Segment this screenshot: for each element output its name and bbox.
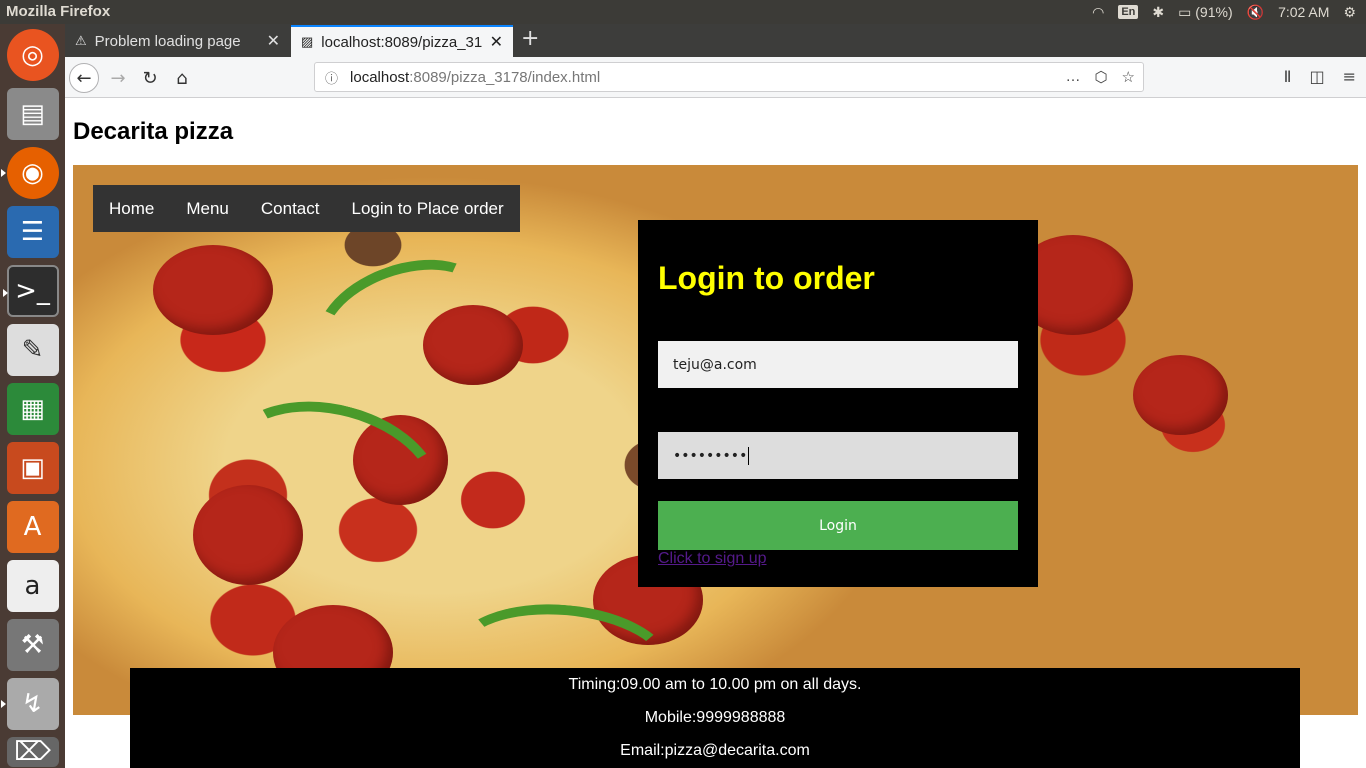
tab-label: localhost:8089/pizza_31 (321, 33, 483, 51)
signup-link[interactable]: Click to sign up (658, 550, 767, 568)
back-arrow-icon[interactable]: ← (69, 63, 99, 93)
password-value: ••••••••• (673, 447, 748, 464)
wifi-icon[interactable]: ◠ (1092, 4, 1104, 21)
pizza-hero-image: Home Menu Contact Login to Place order L… (73, 165, 1358, 715)
email-field[interactable]: teju@a.com (658, 341, 1018, 388)
battery-icon: ▭ (1178, 3, 1192, 20)
login-panel: Login to order teju@a.com ••••••••• Logi… (638, 220, 1038, 587)
ubuntu-dash-icon[interactable]: ◎ (6, 29, 59, 81)
tab-problem-loading[interactable]: ⚠ Problem loading page ✕ (65, 25, 290, 57)
url-bar[interactable]: ⓘ localhost:8089/pizza_3178/index.html …… (314, 62, 1144, 92)
site-footer: Timing:09.00 am to 10.00 pm on all days.… (130, 668, 1300, 768)
battery-indicator[interactable]: ▭ (91%) (1178, 4, 1232, 21)
browser-nav-bar: ← → ↻ ⌂ ⓘ localhost:8089/pizza_3178/inde… (65, 57, 1366, 98)
close-tab-icon[interactable]: ✕ (267, 31, 280, 51)
page-actions-icon[interactable]: … (1065, 68, 1080, 86)
clock[interactable]: 7:02 AM (1278, 4, 1329, 20)
keyboard-layout-indicator[interactable]: En (1118, 5, 1139, 19)
usb-drive-icon[interactable]: ↯ (0, 678, 59, 730)
info-icon[interactable]: ⓘ (325, 68, 338, 87)
pepperoni-decor (153, 245, 273, 335)
footer-mobile: Mobile:9999988888 (644, 709, 786, 726)
system-top-bar: Mozilla Firefox ◠ En ✱ ▭ (91%) 🔇 7:02 AM… (0, 0, 1366, 24)
login-heading: Login to order (658, 260, 875, 296)
hamburger-menu-icon[interactable]: ≡ (1343, 67, 1356, 86)
tab-label: Problem loading page (94, 32, 241, 50)
footer-timing: Timing:09.00 am to 10.00 pm on all days. (568, 676, 862, 693)
text-editor-icon[interactable]: ✎ (6, 324, 59, 376)
close-tab-icon[interactable]: ✕ (490, 32, 503, 52)
password-field[interactable]: ••••••••• (658, 432, 1018, 479)
settings-gear-icon[interactable]: ⚙ (1343, 4, 1356, 21)
library-icon[interactable]: Ⅱ (1284, 67, 1292, 86)
firefox-icon[interactable]: ◉ (0, 147, 59, 199)
terminal-icon[interactable]: >_ (2, 265, 59, 317)
pepperoni-decor (1133, 355, 1228, 435)
site-nav-menu: Home Menu Contact Login to Place order (93, 185, 520, 232)
pocket-icon[interactable]: ⬡ (1094, 68, 1107, 86)
nav-login-to-place-order[interactable]: Login to Place order (335, 199, 519, 219)
files-icon[interactable]: ▤ (6, 88, 59, 140)
text-cursor (748, 446, 750, 465)
login-button[interactable]: Login (658, 501, 1018, 550)
nav-menu[interactable]: Menu (170, 199, 245, 219)
software-center-icon[interactable]: A (6, 501, 59, 553)
battery-percent: (91%) (1195, 3, 1233, 20)
email-value: teju@a.com (673, 356, 757, 373)
url-host: localhost (350, 68, 410, 86)
browser-tab-strip: ⚠ Problem loading page ✕ ▨ localhost:808… (65, 24, 1366, 57)
system-settings-icon[interactable]: ⚒ (6, 619, 59, 671)
page-icon: ▨ (301, 34, 314, 49)
calc-icon[interactable]: ▦ (6, 383, 59, 435)
bookmark-star-icon[interactable]: ☆ (1122, 68, 1135, 86)
window-title: Mozilla Firefox (6, 3, 111, 20)
site-title: Decarita pizza (73, 118, 234, 145)
page-content: Decarita pizza Home Menu Contact Login t… (65, 98, 1366, 768)
tab-localhost[interactable]: ▨ localhost:8089/pizza_31 ✕ (291, 25, 513, 57)
warning-icon: ⚠ (75, 33, 87, 48)
impress-icon[interactable]: ▣ (6, 442, 59, 494)
system-tray: ◠ En ✱ ▭ (91%) 🔇 7:02 AM ⚙ (1092, 0, 1356, 24)
forward-arrow-icon[interactable]: → (103, 63, 133, 93)
volume-muted-icon[interactable]: 🔇 (1247, 4, 1264, 21)
trash-icon[interactable]: ⌦ (6, 737, 59, 767)
new-tab-icon[interactable]: + (521, 26, 539, 51)
home-icon[interactable]: ⌂ (167, 63, 197, 93)
footer-email: Email:pizza@decarita.com (620, 742, 810, 759)
reload-icon[interactable]: ↻ (135, 63, 165, 93)
writer-icon[interactable]: ☰ (6, 206, 59, 258)
amazon-icon[interactable]: a (6, 560, 59, 612)
url-path: :8089/pizza_3178/index.html (409, 68, 601, 86)
sidebar-icon[interactable]: ◫ (1309, 67, 1324, 86)
nav-contact[interactable]: Contact (245, 199, 336, 219)
launcher-dock: ◎ ▤ ◉ ☰ >_ ✎ ▦ ▣ A a ⚒ ↯ ⌦ (0, 24, 65, 768)
bluetooth-icon[interactable]: ✱ (1152, 4, 1164, 21)
nav-home[interactable]: Home (93, 199, 170, 219)
